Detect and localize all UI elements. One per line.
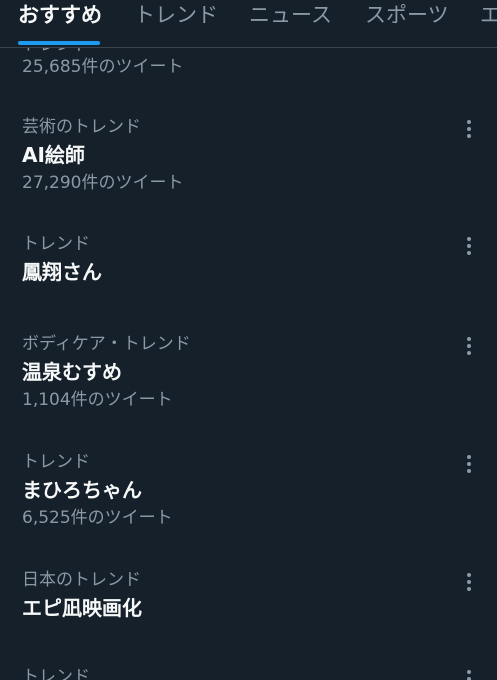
trend-name[interactable]: エピ凪映画化 xyxy=(22,595,142,621)
trend-list: トレンド 25,685件のツイート 芸術のトレンド AI絵師 27,290件のツ… xyxy=(0,0,497,680)
tab-entertainment[interactable]: エ xyxy=(480,0,497,47)
trend-item[interactable]: 日本のトレンド エピ凪映画化 xyxy=(0,569,497,649)
trend-context: 日本のトレンド xyxy=(22,570,141,590)
trend-context: 芸術のトレンド xyxy=(22,117,141,137)
tab-news[interactable]: ニュース xyxy=(249,0,332,47)
trend-item[interactable]: トレンド xyxy=(0,666,497,680)
trend-item[interactable]: ボディケア・トレンド 温泉むすめ 1,104件のツイート xyxy=(0,333,497,433)
trend-tweet-count: 25,685件のツイート xyxy=(22,57,184,77)
more-vertical-icon[interactable] xyxy=(460,335,478,357)
trend-item[interactable]: 芸術のトレンド AI絵師 27,290件のツイート xyxy=(0,116,497,216)
trend-context: トレンド xyxy=(22,452,90,472)
trend-name[interactable]: 温泉むすめ xyxy=(22,359,122,385)
trend-name[interactable]: AI絵師 xyxy=(22,142,85,168)
more-vertical-icon[interactable] xyxy=(460,235,478,257)
trend-context: トレンド xyxy=(22,234,90,254)
trend-item[interactable]: トレンド まひろちゃん 6,525件のツイート xyxy=(0,451,497,551)
trend-context: ボディケア・トレンド xyxy=(22,334,191,354)
explore-page: トレンド 25,685件のツイート 芸術のトレンド AI絵師 27,290件のツ… xyxy=(0,0,497,680)
more-vertical-icon[interactable] xyxy=(460,453,478,475)
trend-tweet-count: 6,525件のツイート xyxy=(22,508,173,528)
more-vertical-icon[interactable] xyxy=(460,571,478,593)
trend-context: トレンド xyxy=(22,667,90,680)
trend-name[interactable]: まひろちゃん xyxy=(22,477,142,503)
trend-name[interactable]: 鳳翔さん xyxy=(22,259,102,285)
trend-tweet-count: 27,290件のツイート xyxy=(22,173,184,193)
more-vertical-icon[interactable] xyxy=(460,668,478,680)
trend-item[interactable]: トレンド 鳳翔さん xyxy=(0,233,497,313)
tab-trending[interactable]: トレンド xyxy=(134,0,218,47)
trend-tweet-count: 1,104件のツイート xyxy=(22,390,173,410)
tab-sports[interactable]: スポーツ xyxy=(365,0,449,47)
more-vertical-icon[interactable] xyxy=(460,118,478,140)
explore-tab-bar: おすすめ トレンド ニュース スポーツ エ xyxy=(0,0,497,48)
tab-for-you[interactable]: おすすめ xyxy=(18,0,102,47)
active-tab-indicator xyxy=(18,41,100,45)
